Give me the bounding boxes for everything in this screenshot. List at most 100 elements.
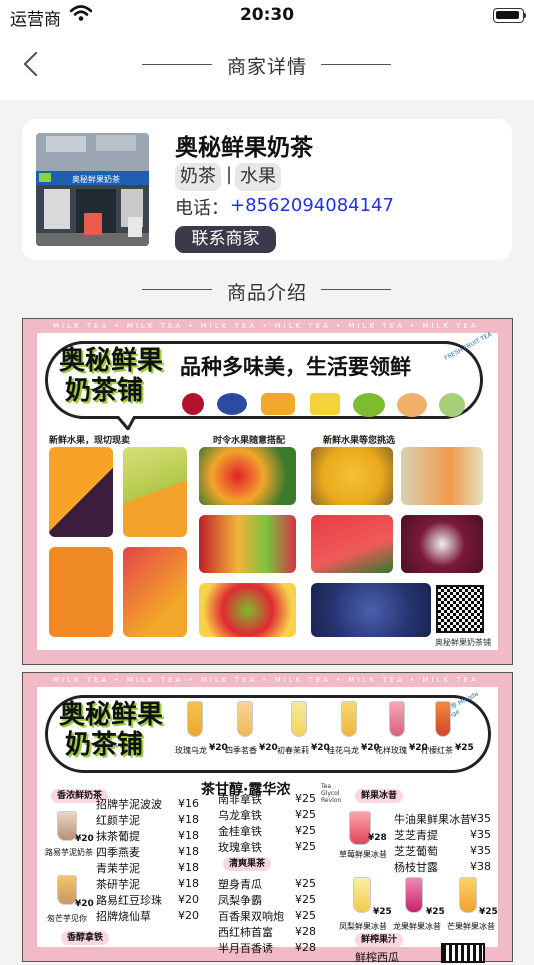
fruit-photo-cantaloupe <box>401 447 483 505</box>
poster-1-body: 奥秘鲜果 奶茶铺 品种多味美，生活要领鲜 FRESH FRUIT TEA 新鲜水… <box>37 331 498 650</box>
poster-2-body: 奥秘鲜果 奶茶铺 最新推荐 Mingda Change 玫瑰乌龙 ¥20 四季茗… <box>37 687 498 964</box>
menu-price-m7: ¥25 <box>295 909 316 922</box>
menu-item-m3: 金桂拿铁 <box>218 825 262 838</box>
fruit-photo-platter-1 <box>199 447 296 505</box>
cantaloupe-icon <box>397 393 427 417</box>
clock: 20:30 <box>239 5 295 25</box>
pineapple-icon <box>310 393 340 415</box>
right-cup-name-3: 芒果鲜果冰昔 <box>447 922 495 931</box>
cup-dragonfruit-smoothie <box>405 877 423 913</box>
menu-price-l7: ¥20 <box>178 893 199 906</box>
qr-code-1 <box>436 585 484 633</box>
qr-code-2 <box>441 943 485 963</box>
menu-item-r3: 芝芝葡萄 <box>394 845 438 858</box>
menu-price-l2: ¥18 <box>178 813 199 826</box>
fruit-photo-jackfruit <box>311 447 393 505</box>
category-fruit-tea: 清爽果茶 <box>223 857 272 871</box>
menu-price-r1: ¥35 <box>470 812 491 825</box>
poster-2-strip: MILK TEA • MILK TEA • MILK TEA • MILK TE… <box>53 676 479 684</box>
menu-item-m5: 塑身青瓜 <box>218 878 262 891</box>
menu-price-r4: ¥38 <box>470 860 491 873</box>
speech-tail-icon <box>117 416 137 430</box>
right-cup-price-1: ¥25 <box>373 907 392 917</box>
mango-icon <box>261 393 295 415</box>
blueberry-icon <box>217 393 247 415</box>
menu-item-r2: 芝芝青提 <box>394 829 438 842</box>
contact-merchant-button[interactable]: 联系商家 <box>175 226 276 253</box>
menu-price-l3: ¥18 <box>178 829 199 842</box>
poster-slogan: 品种多味美，生活要领鲜 <box>180 355 411 379</box>
cup-rose <box>389 701 405 737</box>
pic-mango-taro <box>57 875 77 905</box>
pic-price-2: ¥20 <box>75 899 94 909</box>
cup-name-6: 柠檬红茶 <box>421 746 453 755</box>
fruit-photo-papaya <box>49 547 113 637</box>
menu-item-l7: 路易红豆珍珠 <box>96 894 162 907</box>
phone-link[interactable]: +8562094084147 <box>230 195 394 216</box>
menu-item-r4: 杨枝甘露 <box>394 861 438 874</box>
label-fresh-cut: 新鲜水果，现切现卖 <box>49 436 131 446</box>
fruit-photo-mangosteen <box>401 515 483 573</box>
tag-milk-tea: 奶茶 <box>175 163 221 191</box>
menu-price-l8: ¥20 <box>178 909 199 922</box>
menu-item-l8: 招牌烧仙草 <box>96 910 151 923</box>
menu-item-l3: 抹茶葡提 <box>96 830 140 843</box>
cup-name-5: 花样玫瑰 <box>375 746 407 755</box>
right-pic-price: ¥28 <box>368 833 387 843</box>
shop-name: 奥秘鲜果奶茶 <box>175 135 313 161</box>
menu-price-m2: ¥25 <box>295 808 316 821</box>
cup-name-2: 四季茗香 <box>225 746 257 755</box>
melon-icon <box>439 393 465 417</box>
cup-rose-oolong <box>187 701 203 737</box>
page-title: 商家详情 <box>226 56 307 78</box>
cup-name-4: 桂花乌龙 <box>327 746 359 755</box>
fruit-photo-watermelon <box>311 515 393 573</box>
menu-price-r2: ¥35 <box>470 828 491 841</box>
cup-pineapple-smoothie <box>353 877 371 913</box>
label-seasonal: 时令水果随意搭配 <box>213 436 286 446</box>
title-divider-right <box>321 64 391 65</box>
menu-price-l6: ¥18 <box>178 877 199 890</box>
menu-item-l4: 四季燕麦 <box>96 846 140 859</box>
right-cup-name-2: 龙果鲜果冰昔 <box>393 922 441 931</box>
menu-price-m9: ¥28 <box>295 941 316 954</box>
poster2-brand-line2: 奶茶铺 <box>65 730 144 760</box>
fruit-photo-platter-2 <box>199 515 296 573</box>
storefront-sign-text: 奥秘鲜果奶茶 <box>72 174 120 184</box>
product-poster-2[interactable]: MILK TEA • MILK TEA • MILK TEA • MILK TE… <box>22 672 513 964</box>
poster-brand-line2: 奶茶铺 <box>65 376 144 406</box>
menu-price-l1: ¥16 <box>178 797 199 810</box>
center-subtitle: Tea Glycol Revlon <box>321 783 342 804</box>
fruit-photo-bowl <box>199 583 296 637</box>
cup-osmanthus <box>341 701 357 737</box>
category-latte: 香醇拿铁 <box>61 931 110 945</box>
tag-fruit: 水果 <box>235 163 281 191</box>
qr-caption-1: 奥秘鲜果奶茶铺 <box>435 638 491 647</box>
menu-price-m5: ¥25 <box>295 877 316 890</box>
poster2-brand-line1: 奥秘鲜果 <box>59 700 164 730</box>
cherry-icon <box>182 393 204 415</box>
menu-item-l1: 招牌芋泥波波 <box>96 798 162 811</box>
menu-price-l4: ¥18 <box>178 845 199 858</box>
right-cup-price-2: ¥25 <box>426 907 445 917</box>
category-juice: 鲜榨果汁 <box>355 933 404 947</box>
menu-price-m1: ¥25 <box>295 792 316 805</box>
menu-price-m3: ¥25 <box>295 824 316 837</box>
right-pic-name: 草莓鲜果冰昔 <box>339 850 387 859</box>
menu-item-l5: 青茉芋泥 <box>96 862 140 875</box>
menu-item-l6: 茶研芋泥 <box>96 878 140 891</box>
menu-item-m6: 凤梨争霸 <box>218 894 262 907</box>
label-choose: 新鲜水果等您挑选 <box>323 436 396 446</box>
cup-price-2: ¥20 <box>259 743 278 753</box>
menu-price-m6: ¥25 <box>295 893 316 906</box>
menu-price-m4: ¥25 <box>295 840 316 853</box>
right-cup-name-1: 凤梨鲜果冰昔 <box>339 922 387 931</box>
cup-lemon-tea <box>435 701 451 737</box>
product-poster-1[interactable]: MILK TEA • MILK TEA • MILK TEA • MILK TE… <box>22 318 513 665</box>
phone-label: 电话： <box>175 198 229 219</box>
cup-jasmine <box>291 701 307 737</box>
poster-brand-line1: 奥秘鲜果 <box>59 346 164 376</box>
cup-name-3: 初春茉莉 <box>277 746 309 755</box>
cup-four-seasons <box>237 701 253 737</box>
battery-icon <box>493 8 526 23</box>
